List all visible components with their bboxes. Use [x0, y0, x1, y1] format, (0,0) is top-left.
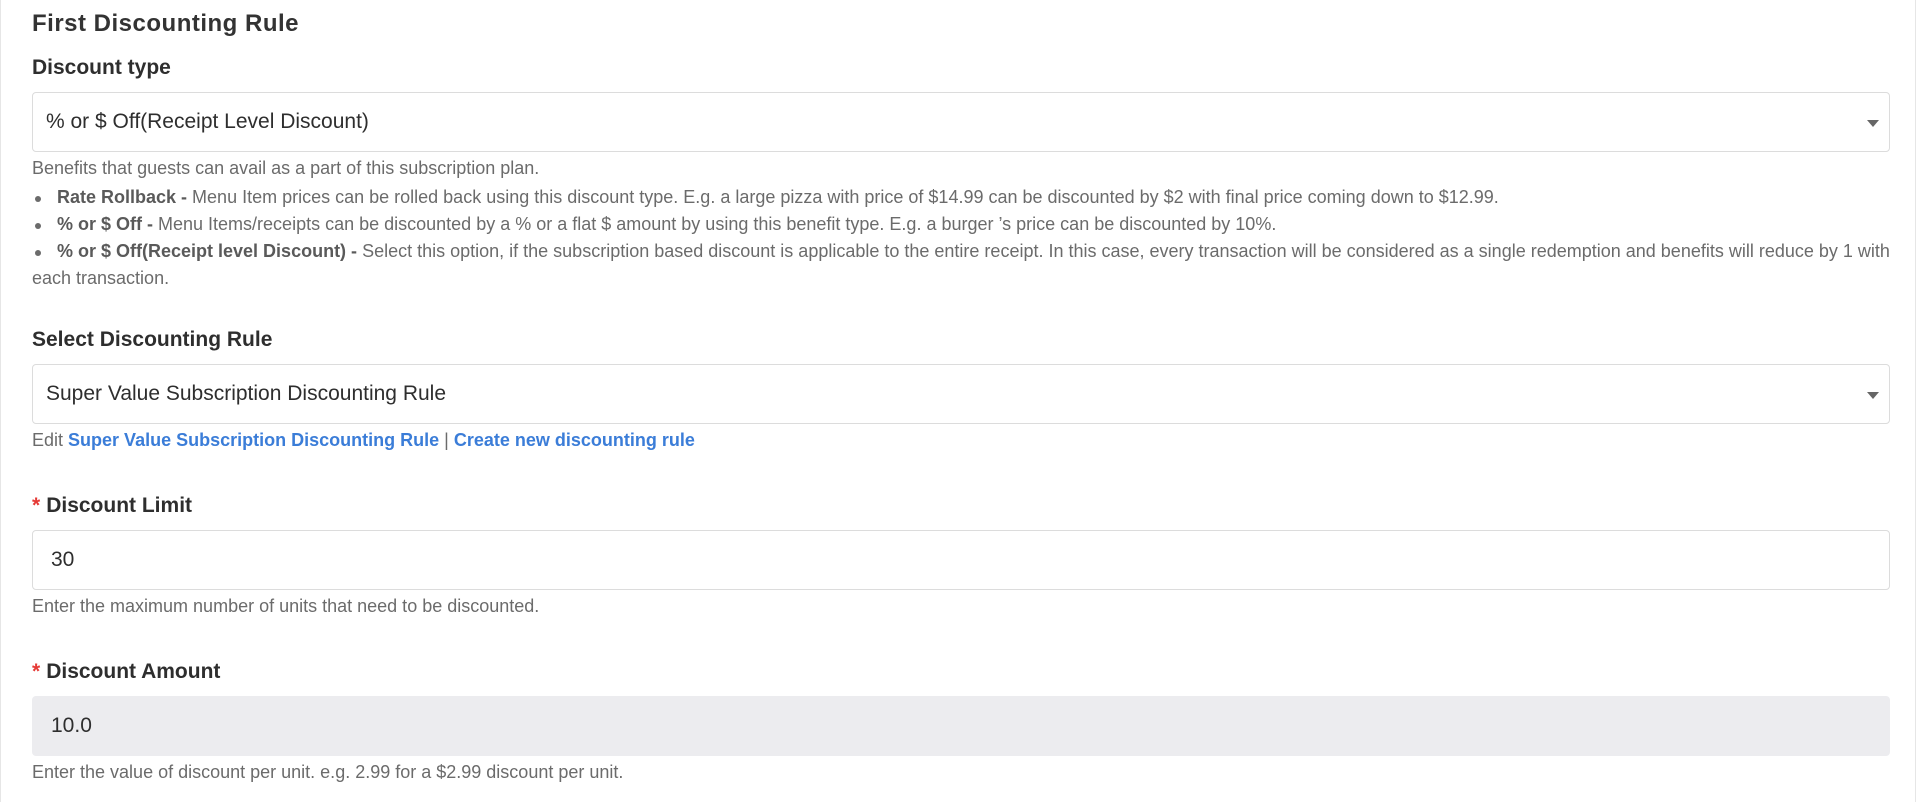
discount-amount-label: * Discount Amount	[32, 660, 220, 684]
discount-limit-label: * Discount Limit	[32, 494, 192, 518]
benefit-term: % or $ Off -	[57, 214, 154, 234]
required-marker: *	[32, 660, 41, 683]
required-marker: *	[32, 494, 41, 517]
section-title: First Discounting Rule	[32, 10, 300, 37]
discount-type-help: Benefits that guests can avail as a part…	[32, 158, 540, 178]
benefit-item-percent-off: % or $ Off - Menu Items/receipts can be …	[32, 211, 1892, 238]
create-discounting-rule-link[interactable]: Create new discounting rule	[454, 430, 695, 450]
chevron-down-icon[interactable]	[1867, 120, 1879, 127]
benefit-term: Rate Rollback -	[57, 187, 188, 207]
edit-prefix: Edit	[32, 430, 64, 450]
discount-limit-input[interactable]: 30	[32, 530, 1890, 590]
discount-amount-value: 10.0	[51, 714, 92, 737]
discount-amount-input: 10.0	[32, 696, 1890, 756]
discount-limit-label-text: Discount Limit	[46, 494, 193, 517]
benefit-text: Menu Item prices can be rolled back usin…	[187, 187, 1499, 207]
chevron-down-icon[interactable]	[1867, 392, 1879, 399]
discount-limit-help: Enter the maximum number of units that n…	[32, 596, 540, 616]
discount-limit-value: 30	[51, 548, 75, 571]
link-separator: |	[444, 430, 449, 450]
edit-discounting-rule-link[interactable]: Super Value Subscription Discounting Rul…	[68, 430, 439, 450]
discount-amount-label-text: Discount Amount	[46, 660, 221, 683]
discounting-rule-label: Select Discounting Rule	[32, 328, 273, 351]
discount-type-label: Discount type	[32, 56, 171, 79]
discount-type-selected-value: % or $ Off(Receipt Level Discount)	[46, 110, 369, 133]
discount-amount-help: Enter the value of discount per unit. e.…	[32, 762, 624, 782]
discounting-rule-links: Edit Super Value Subscription Discountin…	[32, 430, 695, 451]
benefit-term: % or $ Off(Receipt level Discount) -	[57, 241, 358, 261]
benefits-list: Rate Rollback - Menu Item prices can be …	[32, 184, 1892, 292]
benefit-item-receipt-level: % or $ Off(Receipt level Discount) - Sel…	[32, 238, 1892, 292]
discounting-rule-select[interactable]: Super Value Subscription Discounting Rul…	[32, 364, 1890, 424]
discount-type-select[interactable]: % or $ Off(Receipt Level Discount)	[32, 92, 1890, 152]
benefit-text: Menu Items/receipts can be discounted by…	[153, 214, 1277, 234]
benefit-item-rate-rollback: Rate Rollback - Menu Item prices can be …	[32, 184, 1892, 211]
discounting-rule-selected-value: Super Value Subscription Discounting Rul…	[46, 382, 447, 405]
discount-rule-panel: First Discounting Rule Discount type % o…	[0, 0, 1916, 802]
